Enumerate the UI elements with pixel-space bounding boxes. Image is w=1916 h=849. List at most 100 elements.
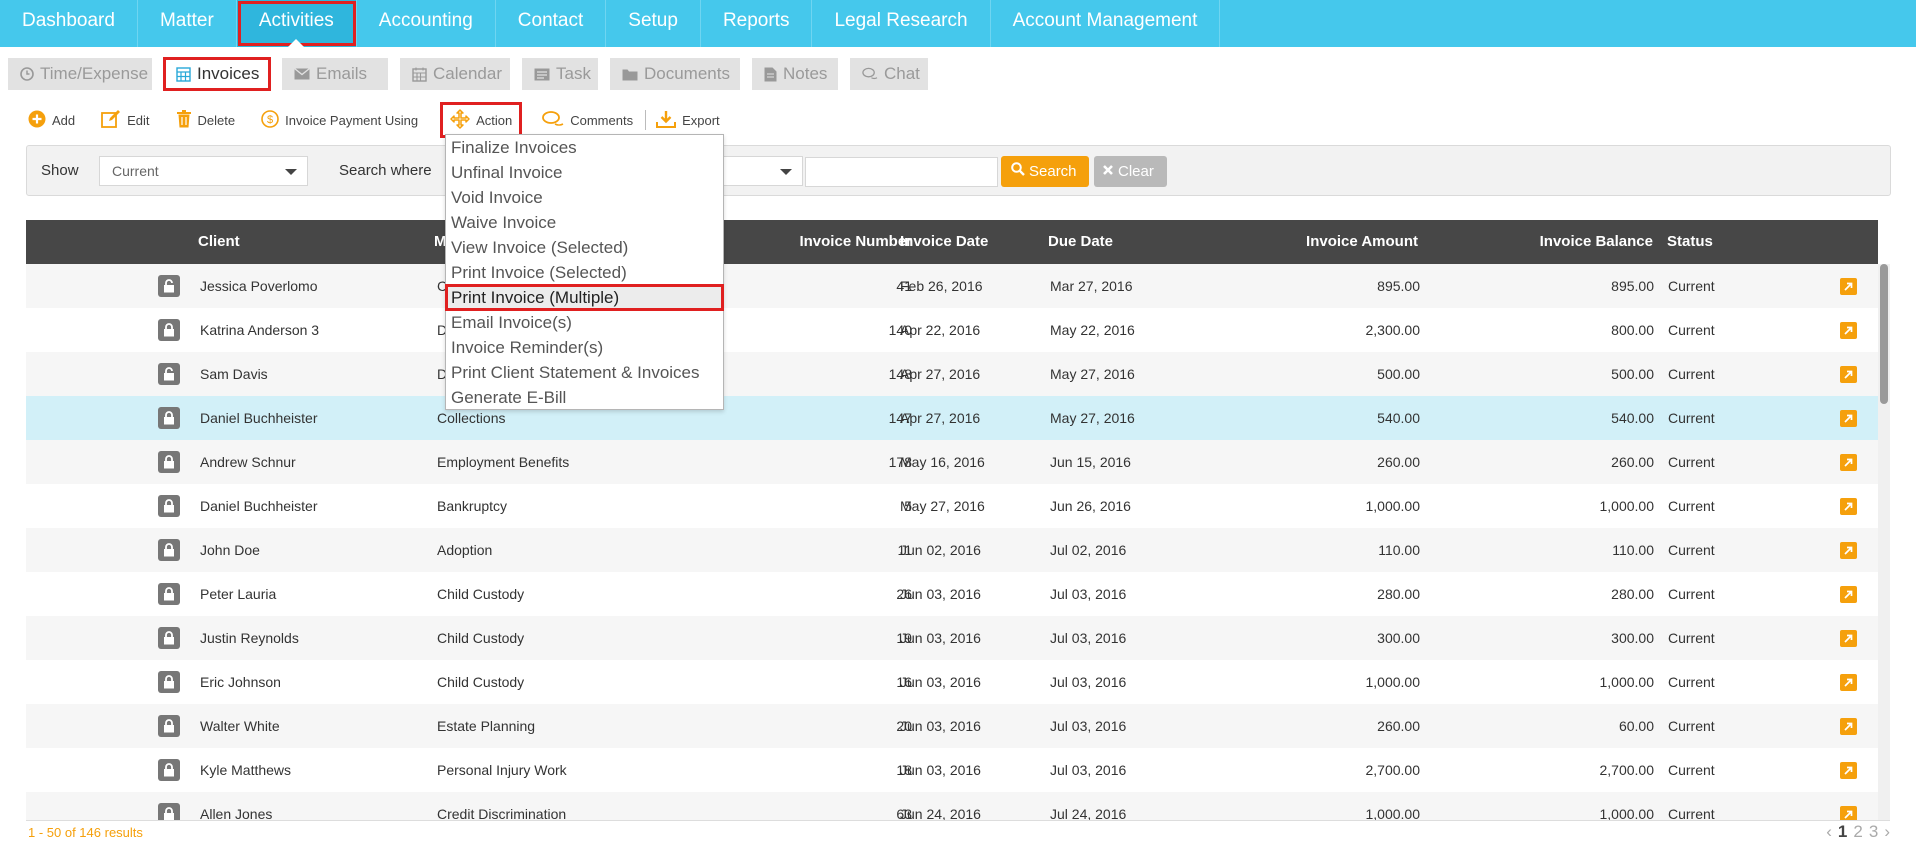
- header-invoice-balance[interactable]: Invoice Balance: [1506, 233, 1653, 250]
- cell-invoice-amount: 300.00: [1377, 630, 1420, 646]
- open-invoice-icon[interactable]: [1840, 454, 1857, 471]
- cell-invoice-number: 148: [888, 366, 912, 382]
- action-button[interactable]: Action: [440, 102, 523, 138]
- delete-button[interactable]: Delete: [176, 106, 235, 134]
- menu-item-print-invoice-multiple[interactable]: Print Invoice (Multiple): [445, 284, 724, 311]
- open-invoice-icon[interactable]: [1840, 322, 1857, 339]
- export-button[interactable]: Export: [656, 106, 720, 134]
- tab-task[interactable]: Task: [522, 58, 598, 90]
- menu-item-void-invoice[interactable]: Void Invoice: [446, 185, 723, 210]
- clear-button[interactable]: Clear: [1094, 156, 1167, 187]
- menu-item-email-invoices[interactable]: Email Invoice(s): [446, 310, 723, 335]
- cell-status: Current: [1668, 278, 1715, 294]
- table-row[interactable]: Peter Lauria Child Custody 26 Jun 03, 2016 J…: [26, 572, 1878, 616]
- next-page-icon[interactable]: ›: [1884, 822, 1890, 842]
- menu-item-unfinal-invoice[interactable]: Unfinal Invoice: [446, 160, 723, 185]
- header-client[interactable]: Client: [198, 233, 240, 250]
- open-invoice-icon[interactable]: [1840, 366, 1857, 383]
- header-invoice-amount[interactable]: Invoice Amount: [1276, 233, 1418, 250]
- lock-icon[interactable]: [158, 407, 180, 429]
- open-invoice-icon[interactable]: [1840, 718, 1857, 735]
- lock-icon[interactable]: [158, 715, 180, 737]
- lock-icon[interactable]: [158, 803, 180, 820]
- table-row[interactable]: Eric Johnson Child Custody 16 Jun 03, 2016 J…: [26, 660, 1878, 704]
- lock-icon[interactable]: [158, 583, 180, 605]
- open-invoice-icon[interactable]: [1840, 806, 1857, 820]
- table-row[interactable]: Daniel Buchheister Bankruptcy 5 May 27, 201…: [26, 484, 1878, 528]
- table-row[interactable]: Walter White Estate Planning 20 Jun 03, 201…: [26, 704, 1878, 748]
- lock-icon[interactable]: [158, 539, 180, 561]
- menu-item-finalize-invoices[interactable]: Finalize Invoices: [446, 135, 723, 160]
- nav-legal-research[interactable]: Legal Research: [812, 0, 991, 47]
- table-row[interactable]: John Doe Adoption 11 Jun 02, 2016 Jul 02, 20…: [26, 528, 1878, 572]
- menu-item-print-invoice-selected[interactable]: Print Invoice (Selected): [446, 260, 723, 285]
- nav-dashboard[interactable]: Dashboard: [0, 0, 138, 47]
- scrollbar-thumb[interactable]: [1880, 264, 1888, 404]
- cell-due-date: Jul 03, 2016: [1050, 586, 1127, 602]
- header-invoice-number[interactable]: Invoice Number: [778, 233, 912, 250]
- nav-accounting[interactable]: Accounting: [357, 0, 496, 47]
- cell-invoice-balance: 2,700.00: [1599, 762, 1655, 778]
- header-due-date[interactable]: Due Date: [1048, 233, 1113, 250]
- open-invoice-icon[interactable]: [1840, 542, 1857, 559]
- menu-item-invoice-reminders[interactable]: Invoice Reminder(s): [446, 335, 723, 360]
- page-3[interactable]: 3: [1869, 822, 1878, 842]
- tab-calendar[interactable]: Calendar: [400, 58, 510, 90]
- search-input[interactable]: [805, 157, 998, 187]
- table-row[interactable]: Kyle Matthews Personal Injury Work 18 Jun 0…: [26, 748, 1878, 792]
- nav-account-management[interactable]: Account Management: [991, 0, 1221, 47]
- header-status[interactable]: Status: [1667, 233, 1713, 250]
- tab-time-expense[interactable]: Time/Expense: [8, 58, 152, 90]
- table-row[interactable]: Daniel Buchheister Collections 147 Apr 27, …: [26, 396, 1878, 440]
- open-invoice-icon[interactable]: [1840, 498, 1857, 515]
- cell-client: Sam Davis: [200, 366, 268, 382]
- open-invoice-icon[interactable]: [1840, 630, 1857, 647]
- open-invoice-icon[interactable]: [1840, 762, 1857, 779]
- lock-icon[interactable]: [158, 451, 180, 473]
- grid-scrollbar[interactable]: [1878, 264, 1890, 820]
- menu-item-view-invoice-selected[interactable]: View Invoice (Selected): [446, 235, 723, 260]
- open-invoice-icon[interactable]: [1840, 586, 1857, 603]
- lock-icon[interactable]: [158, 759, 180, 781]
- header-invoice-date[interactable]: Invoice Date: [900, 233, 988, 250]
- prev-page-icon[interactable]: ‹: [1826, 822, 1832, 842]
- tab-documents[interactable]: Documents: [610, 58, 740, 90]
- invoice-payment-button[interactable]: $ Invoice Payment Using: [261, 106, 418, 134]
- tab-invoices[interactable]: Invoices: [163, 57, 271, 91]
- open-invoice-icon[interactable]: [1840, 410, 1857, 427]
- page-2[interactable]: 2: [1853, 822, 1862, 842]
- table-row[interactable]: Sam Davis D 148 Apr 27, 2016 May 27, 2016 500…: [26, 352, 1878, 396]
- tab-chat[interactable]: Chat: [850, 58, 928, 90]
- tab-emails[interactable]: Emails: [282, 58, 388, 90]
- lock-icon[interactable]: [158, 671, 180, 693]
- add-button[interactable]: Add: [28, 106, 75, 134]
- table-row[interactable]: Allen Jones Credit Discrimination 63 Jun 24…: [26, 792, 1878, 820]
- search-button[interactable]: Search: [1001, 156, 1089, 187]
- lock-icon[interactable]: [158, 495, 180, 517]
- nav-contact[interactable]: Contact: [496, 0, 607, 47]
- menu-item-generate-e-bill[interactable]: Generate E-Bill: [446, 385, 723, 410]
- page-1[interactable]: 1: [1838, 822, 1847, 842]
- cell-invoice-amount: 2,700.00: [1365, 762, 1421, 778]
- nav-matter[interactable]: Matter: [138, 0, 237, 47]
- table-row[interactable]: Justin Reynolds Child Custody 19 Jun 03, 20…: [26, 616, 1878, 660]
- action-menu: Finalize Invoices Unfinal Invoice Void I…: [445, 134, 724, 410]
- menu-item-waive-invoice[interactable]: Waive Invoice: [446, 210, 723, 235]
- table-row[interactable]: Jessica Poverlomo C 41 Feb 26, 2016 Mar 27, …: [26, 264, 1878, 308]
- nav-setup[interactable]: Setup: [606, 0, 701, 47]
- lock-icon[interactable]: [158, 319, 180, 341]
- menu-item-print-client-statement[interactable]: Print Client Statement & Invoices: [446, 360, 723, 385]
- open-invoice-icon[interactable]: [1840, 674, 1857, 691]
- table-row[interactable]: Katrina Anderson 3 D 140 Apr 22, 2016 May 22…: [26, 308, 1878, 352]
- lock-icon[interactable]: [158, 627, 180, 649]
- tab-notes[interactable]: Notes: [752, 58, 838, 90]
- nav-reports[interactable]: Reports: [701, 0, 813, 47]
- nav-activities[interactable]: Activities: [236, 0, 357, 47]
- table-row[interactable]: Andrew Schnur Employment Benefits 178 May 1…: [26, 440, 1878, 484]
- unlock-icon[interactable]: [158, 275, 180, 297]
- comments-button[interactable]: Comments: [542, 106, 633, 134]
- edit-button[interactable]: Edit: [101, 106, 150, 134]
- unlock-icon[interactable]: [158, 363, 180, 385]
- show-select[interactable]: Current: [99, 156, 308, 186]
- open-invoice-icon[interactable]: [1840, 278, 1857, 295]
